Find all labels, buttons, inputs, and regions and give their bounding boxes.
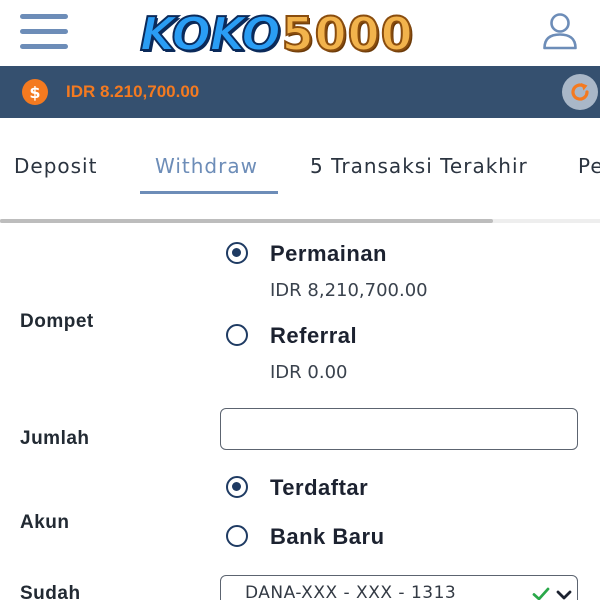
tab-scrollbar[interactable] <box>0 219 493 223</box>
tab-recent-transactions[interactable]: 5 Transaksi Terakhir <box>310 154 528 178</box>
chevron-down-icon <box>556 590 572 600</box>
option-bank-baru-label: Bank Baru <box>270 524 385 549</box>
jumlah-label: Jumlah <box>20 428 90 449</box>
account-select-value: DANA-XXX - XXX - 1313 <box>245 583 457 600</box>
dollar-icon: $ <box>22 79 48 105</box>
account-select[interactable]: DANA-XXX - XXX - 1313 <box>220 575 578 600</box>
check-icon <box>532 587 550 600</box>
akun-label: Akun <box>20 512 70 533</box>
brand-logo[interactable]: KOKO 5000 <box>139 7 472 61</box>
option-permainan-label: Permainan <box>270 241 387 266</box>
app-header: KOKO 5000 <box>0 0 600 66</box>
option-terdaftar-label: Terdaftar <box>270 475 369 500</box>
tab-bar: Deposit Withdraw 5 Transaksi Terakhir Pe <box>0 118 600 224</box>
option-referral-label: Referral <box>270 323 358 348</box>
radio-referral[interactable] <box>226 324 248 346</box>
amount-input[interactable] <box>220 408 578 450</box>
user-icon[interactable] <box>542 12 578 50</box>
radio-permainan[interactable] <box>226 242 248 264</box>
logo-text-koko: KOKO <box>139 7 282 61</box>
sudah-label: Sudah <box>20 583 81 600</box>
dompet-label: Dompet <box>20 311 94 332</box>
balance-amount: IDR 8.210,700.00 <box>66 82 200 101</box>
referral-balance: IDR 0.00 <box>270 362 348 383</box>
tab-withdraw[interactable]: Withdraw <box>155 154 258 178</box>
refresh-icon <box>571 83 589 101</box>
radio-bank-baru[interactable] <box>226 525 248 547</box>
radio-terdaftar[interactable] <box>226 476 248 498</box>
hamburger-menu-icon[interactable] <box>20 14 68 50</box>
logo-text-number: 5000 <box>281 7 414 61</box>
tab-more[interactable]: Pe <box>578 154 600 178</box>
active-tab-indicator <box>140 191 278 194</box>
refresh-button[interactable] <box>562 74 598 110</box>
permainan-balance: IDR 8,210,700.00 <box>270 280 428 301</box>
tab-deposit[interactable]: Deposit <box>14 154 97 178</box>
